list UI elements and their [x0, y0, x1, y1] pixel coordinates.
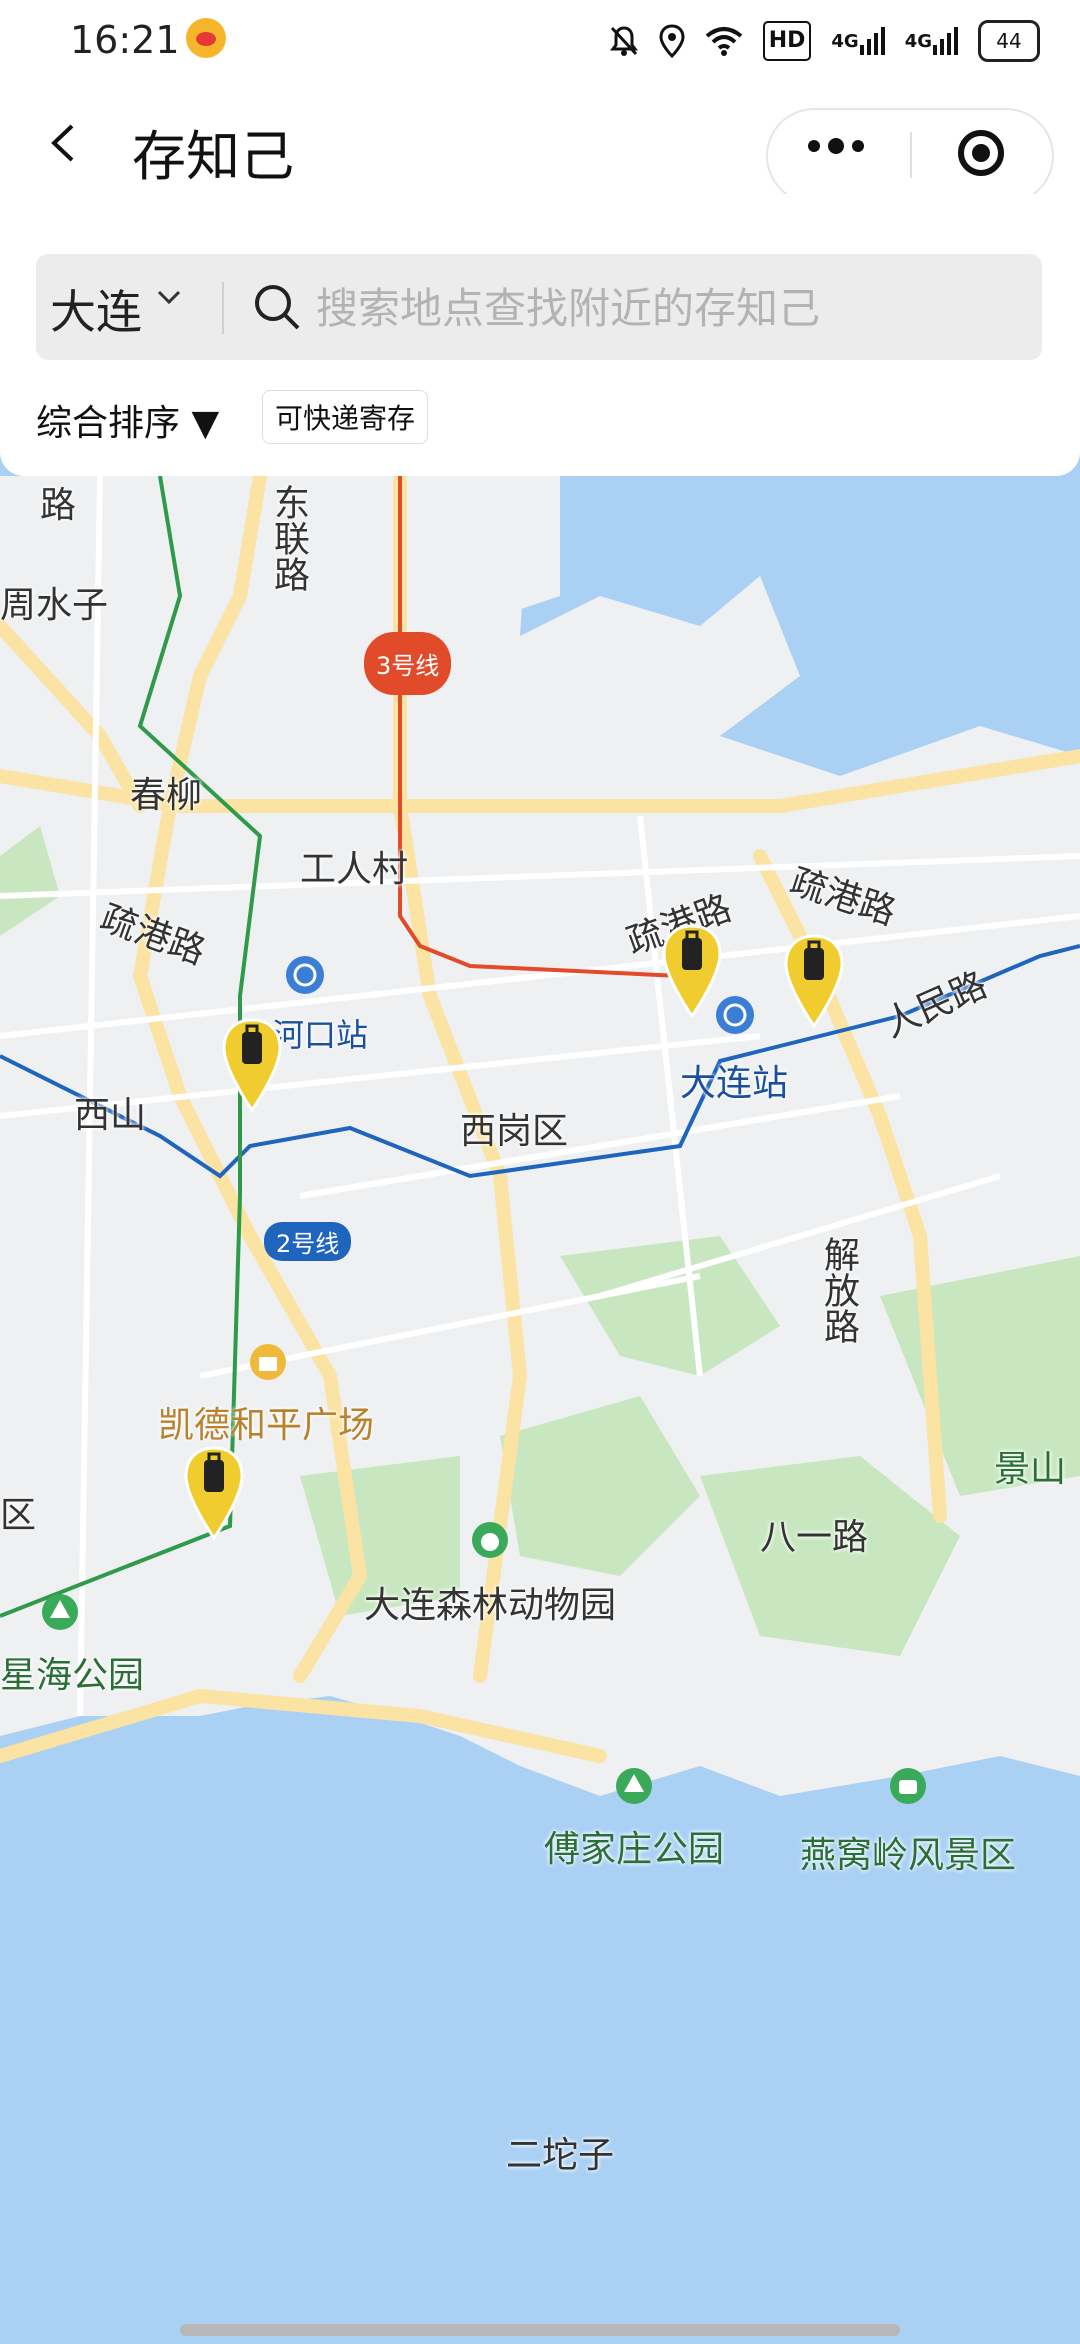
storage-pin-4[interactable]: [182, 1446, 246, 1542]
map-label-jiefang-road: 解放路: [818, 1236, 859, 1344]
home-indicator[interactable]: [180, 2324, 900, 2336]
map-view[interactable]: 路 东联路 周水子 春柳 工人村 疏港路 疏港路 疏港路 人民路 沙河口站 西山…: [0, 469, 1080, 2340]
search-divider: [222, 282, 224, 334]
signal-icon-2: 4G: [905, 23, 958, 59]
close-miniprogram-icon[interactable]: [958, 130, 1004, 176]
metro-station-icon[interactable]: [284, 954, 326, 996]
weibo-icon: [186, 18, 226, 58]
search-bar: 大连: [36, 254, 1042, 360]
map-label-forest-zoo: 大连森林动物园: [364, 1585, 617, 1626]
wifi-icon: [705, 23, 743, 59]
status-time: 16:21: [70, 18, 180, 62]
status-bar: 16:21 HD 4G 4G 44: [0, 0, 1080, 84]
map-label-kaide-plaza: 凯德和平广场: [158, 1405, 375, 1446]
map-label-yanwoling: 燕窝岭风景区: [800, 1835, 1017, 1876]
location-icon: [659, 23, 685, 59]
search-input[interactable]: [314, 268, 1018, 348]
express-storage-filter[interactable]: 可快递寄存: [262, 390, 429, 444]
battery-icon: 44: [978, 20, 1040, 62]
metro-line-3-badge: 3号线: [364, 632, 452, 695]
park-icon[interactable]: [40, 1592, 80, 1632]
signal-label-2: 4G: [904, 30, 932, 52]
map-label-zhoushuizi: 周水子: [0, 585, 109, 626]
map-label-ertuozi: 二坨子: [506, 2135, 615, 2176]
mute-bell-icon: [609, 23, 639, 59]
storage-pin-2[interactable]: [782, 934, 846, 1030]
map-label-bayi-road: 八一路: [760, 1517, 869, 1558]
page-title: 存知己: [132, 125, 294, 188]
nav-header: 存知己: [0, 84, 1080, 204]
miniprogram-capsule: [766, 108, 1054, 204]
map-label-gongrencun: 工人村: [300, 849, 409, 890]
zoo-icon[interactable]: [470, 1520, 510, 1560]
scenic-icon[interactable]: [888, 1766, 928, 1806]
map-label-dongliang-road: 东联路: [268, 484, 309, 592]
signal-icon: 4G: [831, 23, 885, 59]
map-label-jingshan: 景山: [994, 1449, 1067, 1490]
storage-pin[interactable]: [660, 924, 724, 1020]
map-label-chunliu: 春柳: [130, 775, 203, 816]
signal-label: 4G: [831, 30, 859, 52]
back-arrow-icon[interactable]: [46, 124, 84, 162]
map-label-district-edge: 区: [0, 1495, 37, 1536]
hd-badge: HD: [762, 21, 812, 61]
more-icon[interactable]: [808, 138, 864, 154]
park-icon-2[interactable]: [614, 1766, 654, 1806]
map-label-fujiazhuang-park: 傅家庄公园: [544, 1829, 725, 1870]
status-icons: HD 4G 4G 44: [609, 20, 1040, 62]
search-icon: [255, 285, 300, 330]
sort-dropdown[interactable]: 综合排序 ▼: [36, 394, 219, 446]
chevron-down-icon[interactable]: [156, 284, 182, 310]
capsule-divider: [910, 132, 912, 178]
metro-line-2-badge: 2号线: [264, 1222, 352, 1261]
map-label-xinghai-park: 星海公园: [0, 1655, 145, 1696]
storage-pin-3[interactable]: [220, 1018, 284, 1114]
search-panel: 大连 综合排序 ▼ 可快递寄存: [0, 194, 1080, 476]
map-label-xigang: 西岗区: [460, 1111, 569, 1152]
mall-icon[interactable]: [248, 1342, 288, 1382]
battery-level: 44: [996, 29, 1022, 53]
city-selector[interactable]: 大连: [50, 276, 142, 342]
map-label-road-top: 路: [40, 485, 77, 526]
map-label-dalian-station: 大连站: [680, 1063, 789, 1104]
map-label-xishan: 西山: [74, 1095, 147, 1136]
